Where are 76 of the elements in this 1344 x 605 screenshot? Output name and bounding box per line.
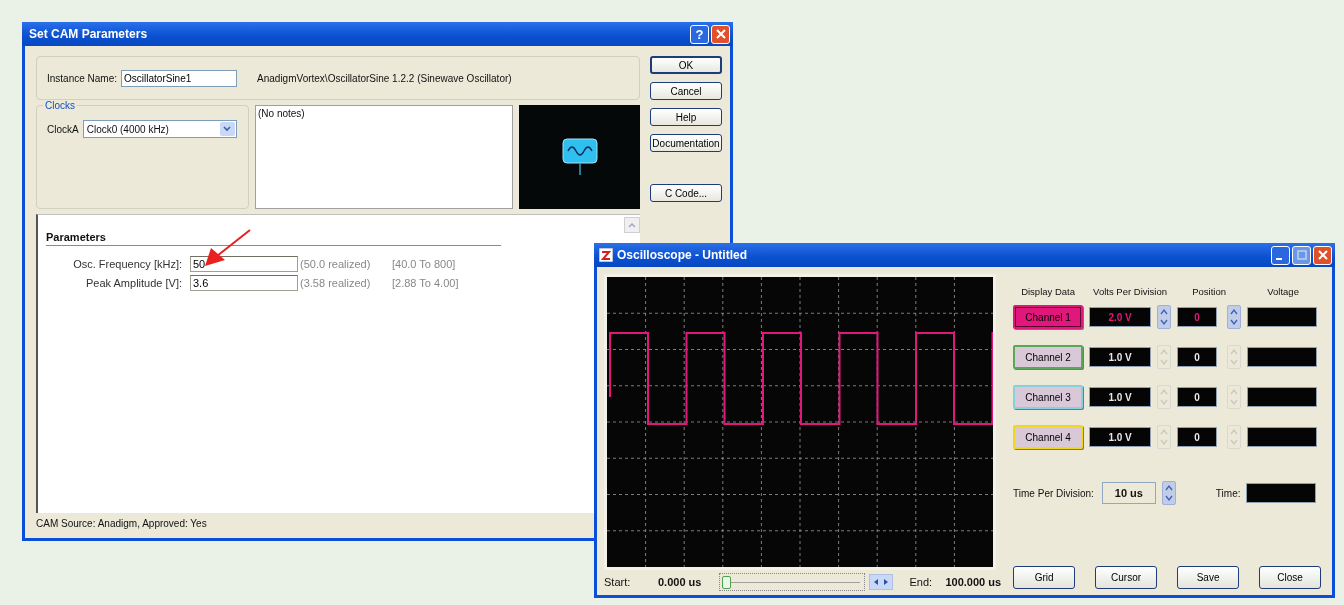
instance-name-field[interactable]: OscillatorSine1: [121, 69, 238, 87]
voltage-display: [1247, 347, 1318, 367]
column-header: Display Data: [1020, 286, 1076, 297]
volts-display: 2.0 V: [1089, 307, 1152, 327]
position-display: 0: [1177, 427, 1218, 447]
parameter-field[interactable]: 3.6: [190, 275, 298, 291]
minimize-icon: [1276, 258, 1282, 260]
parameter-label: Peak Amplitude [V]:: [85, 277, 182, 289]
start-label: Start:: [604, 576, 632, 588]
voltage-display: [1247, 427, 1318, 447]
dialog-button[interactable]: Help: [650, 108, 722, 126]
group-title: Clocks: [43, 100, 77, 111]
status-text: CAM Source: Anadigm, Approved: Yes: [36, 518, 208, 531]
scroll-arrows-button[interactable]: [869, 574, 894, 590]
channel-button[interactable]: Channel 1: [1013, 305, 1084, 329]
close-icon: [1317, 250, 1328, 260]
position-display: 0: [1177, 307, 1218, 327]
channel-button[interactable]: Channel 3: [1013, 385, 1084, 409]
window-title: Set CAM Parameters: [29, 27, 149, 41]
section-title: Parameters: [46, 231, 501, 246]
column-header: Voltage: [1266, 286, 1300, 297]
voltage-display: [1247, 387, 1318, 407]
time-label: Time:: [1215, 487, 1241, 499]
time-per-division-display: 10 us: [1101, 482, 1156, 504]
voltage-display: [1247, 307, 1318, 327]
realized-value: (3.58 realized): [300, 277, 372, 289]
dialog-button[interactable]: Cancel: [650, 82, 722, 100]
field-label: Instance Name:: [47, 72, 118, 84]
app-icon: [599, 248, 613, 262]
range-text: [2.88 To 4.00]: [392, 277, 459, 289]
channel-button[interactable]: Channel 2: [1013, 345, 1084, 369]
caret-icon: [223, 126, 232, 132]
volts-display: 1.0 V: [1089, 427, 1152, 447]
maximize-button[interactable]: [1292, 245, 1311, 265]
slider-thumb[interactable]: [722, 576, 732, 589]
position-spinner[interactable]: [1227, 305, 1242, 329]
end-value: 100.000 us: [945, 576, 1002, 588]
position-display: 0: [1177, 347, 1218, 367]
parameter-field[interactable]: 50: [190, 256, 298, 272]
column-header: Volts Per Division: [1092, 286, 1169, 297]
close-icon: [715, 29, 726, 39]
minimize-button[interactable]: [1271, 245, 1290, 265]
close-button[interactable]: [1313, 245, 1332, 265]
dialog-button[interactable]: C Code...: [650, 184, 722, 202]
time-display: [1246, 483, 1317, 503]
scope-button[interactable]: Close: [1259, 566, 1322, 589]
dialog-button[interactable]: OK: [650, 56, 722, 74]
caret-up-icon: [628, 222, 636, 228]
position-display: 0: [1177, 387, 1218, 407]
scope-button[interactable]: Save: [1177, 566, 1240, 589]
close-button[interactable]: [711, 24, 730, 44]
time-slider[interactable]: [719, 573, 866, 591]
time-spinner[interactable]: [1161, 481, 1176, 505]
scroll-up-button[interactable]: [624, 217, 640, 233]
column-header: Position: [1191, 286, 1227, 297]
volts-display: 1.0 V: [1089, 387, 1152, 407]
maximize-icon: [1296, 250, 1307, 260]
window-title: Oscilloscope - Untitled: [617, 248, 749, 262]
clock-dropdown[interactable]: Clock0 (4000 kHz): [82, 120, 237, 138]
range-text: [40.0 To 800]: [392, 258, 456, 270]
cam-path-text: AnadigmVortex\OscillatorSine 1.2.2 (Sinewave Oscillator): [257, 72, 512, 84]
volts-display: 1.0 V: [1089, 347, 1152, 367]
channel-button[interactable]: Channel 4: [1013, 425, 1084, 449]
oscillator-icon: [561, 138, 598, 176]
parameter-label: Osc. Frequency [kHz]:: [72, 258, 182, 270]
volts-spinner[interactable]: [1157, 305, 1172, 329]
help-button[interactable]: ?: [690, 24, 709, 44]
realized-value: (50.0 realized): [300, 258, 372, 270]
start-value: 0.000 us: [658, 576, 702, 588]
end-label: End:: [909, 576, 934, 588]
notes-area[interactable]: (No notes): [255, 105, 513, 209]
field-label: ClockA: [47, 123, 79, 135]
dialog-button[interactable]: Documentation: [650, 134, 722, 152]
scope-button[interactable]: Grid: [1013, 566, 1076, 589]
time-per-division-label: Time Per Division:: [1013, 487, 1094, 499]
scope-button[interactable]: Cursor: [1095, 566, 1158, 589]
